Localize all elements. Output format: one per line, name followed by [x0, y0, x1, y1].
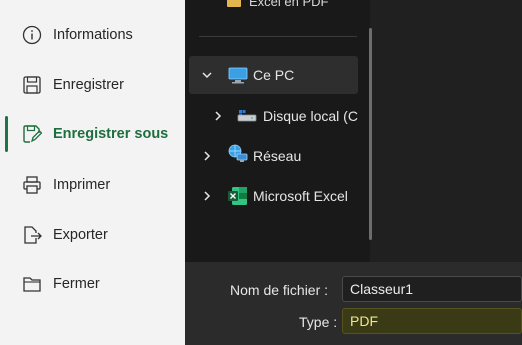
backstage-nav: Informations Enregistrer Enregistrer sou… [0, 0, 185, 345]
excel-icon [228, 186, 248, 206]
nav-item-enregistrer-sous[interactable]: Enregistrer sous [0, 112, 185, 156]
network-icon [228, 144, 248, 164]
tree-item-label: Réseau [253, 148, 302, 164]
chevron-right-icon[interactable] [201, 190, 213, 202]
save-icon [21, 74, 43, 96]
tree-item-microsoft-excel[interactable]: Microsoft Excel [185, 177, 370, 215]
export-icon [21, 224, 43, 246]
chevron-down-icon[interactable] [201, 69, 213, 81]
tree-item-label: Ce PC [253, 67, 295, 83]
type-select[interactable]: PDF [342, 308, 522, 334]
type-label: Type : [299, 314, 338, 330]
nav-label: Enregistrer sous [53, 126, 169, 142]
info-icon [21, 24, 43, 46]
nav-label: Imprimer [53, 177, 111, 193]
nav-label: Fermer [53, 276, 100, 292]
tree-item-label: Excel en PDF [249, 0, 329, 9]
navigation-tree: Excel en PDF Ce PC Disque local (C Résea… [185, 0, 372, 262]
folder-icon [227, 0, 241, 7]
nav-item-fermer[interactable]: Fermer [0, 262, 185, 306]
nav-label: Informations [53, 27, 133, 43]
tree-divider [199, 36, 357, 37]
dialog-footer: Nom de fichier : Classeur1 Type : PDF [185, 262, 522, 345]
tree-item-label: Microsoft Excel [253, 188, 348, 204]
nav-label: Exporter [53, 227, 108, 243]
drive-icon [237, 106, 257, 126]
nav-label: Enregistrer [53, 77, 124, 93]
filename-input[interactable]: Classeur1 [342, 276, 522, 302]
save-as-icon [21, 123, 43, 145]
pc-icon [228, 65, 248, 85]
folder-close-icon [21, 273, 43, 295]
tree-item-reseau[interactable]: Réseau [185, 137, 370, 175]
filename-label: Nom de fichier : [230, 282, 329, 298]
tree-scrollbar[interactable] [369, 28, 372, 240]
active-accent-bar [5, 116, 8, 152]
print-icon [21, 174, 43, 196]
chevron-right-icon[interactable] [201, 150, 213, 162]
tree-item-top[interactable]: Excel en PDF [227, 0, 328, 9]
chevron-right-icon[interactable] [212, 110, 224, 122]
nav-item-informations[interactable]: Informations [0, 13, 185, 57]
nav-item-enregistrer[interactable]: Enregistrer [0, 63, 185, 107]
tree-item-disque-local[interactable]: Disque local (C [185, 97, 370, 135]
nav-item-imprimer[interactable]: Imprimer [0, 163, 185, 207]
file-list-pane [380, 0, 522, 262]
nav-item-exporter[interactable]: Exporter [0, 213, 185, 257]
save-as-dialog: Excel en PDF Ce PC Disque local (C Résea… [185, 0, 522, 345]
tree-item-ce-pc[interactable]: Ce PC [189, 56, 358, 94]
tree-item-label: Disque local (C [263, 108, 358, 124]
